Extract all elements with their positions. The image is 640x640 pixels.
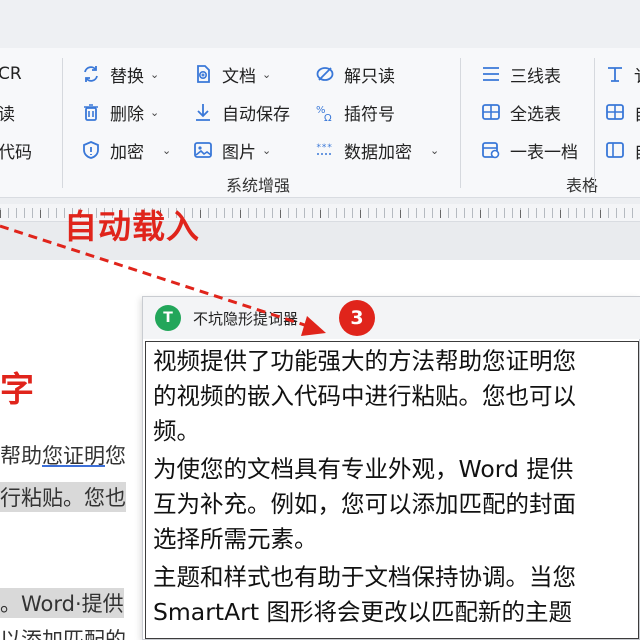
ribbon-item-read[interactable]: 读 [0, 98, 15, 126]
ribbon-separator [460, 58, 461, 188]
chevron-down-icon: ⌄ [262, 67, 272, 81]
teleprompter-line: 为使您的文档具有专业外观，Word 提供 [153, 455, 574, 483]
chevron-down-icon: ⌄ [150, 105, 160, 119]
data-encrypt-button[interactable]: *** 数据加密 ⌄ [314, 136, 439, 164]
teleprompter-text-area[interactable]: 视频提供了功能强大的方法帮助您证明您 的视频的嵌入代码中进行粘贴。您也可以 频。… [145, 341, 639, 639]
chevron-down-icon: ⌄ [150, 67, 160, 81]
teleprompter-window[interactable]: T 不坑隐形提词器 3 视频提供了功能强大的方法帮助您证明您 的视频的嵌入代码中… [142, 296, 640, 640]
teleprompter-line: 互为补充。例如，您可以添加匹配的封面 [153, 490, 576, 518]
document-text-line: 以添加匹配的 [0, 628, 126, 640]
document-text-line: 帮助您证明您 [0, 440, 126, 470]
document-button[interactable]: 文档 ⌄ [192, 60, 271, 88]
unlock-readonly-button[interactable]: 解只读 [314, 60, 395, 88]
select-all-table-button[interactable]: 全选表 [480, 98, 561, 126]
ribbon-separator [62, 58, 63, 188]
delete-label: 删除 [110, 104, 144, 125]
step-number-badge: 3 [339, 300, 375, 336]
ribbon-item-cut-2-label: 自 [634, 100, 640, 125]
shield-icon [80, 139, 102, 161]
teleprompter-line: SmartArt 图形将会更改以匹配新的主题 [153, 598, 573, 626]
chevron-down-icon: ⌄ [430, 143, 440, 157]
image-icon [192, 139, 214, 161]
table-columns-icon [604, 139, 626, 161]
top-strip [0, 0, 640, 48]
autosave-button[interactable]: 自动保存 [192, 98, 290, 126]
three-line-table-icon [480, 63, 502, 85]
data-encrypt-label: 数据加密 [344, 142, 412, 163]
ribbon-item-cut-3-label: 自 [634, 138, 640, 163]
trash-icon [80, 101, 102, 123]
ribbon: CR 读 代码 替换 ⌄ 删除 ⌄ 加密 ⌄ 文档 ⌄ 自动保存 图片 ⌄ 解只读 % Ω … [0, 48, 640, 198]
image-label: 图片 [222, 142, 256, 163]
ribbon-item-cut-3[interactable]: 自 [604, 136, 640, 164]
document-red-heading: 字 [0, 370, 34, 410]
replace-icon [80, 63, 102, 85]
encrypt-button[interactable]: 加密 ⌄ [80, 136, 171, 164]
group-label-system: 系统增强 [226, 176, 291, 195]
teleprompter-title: 不坑隐形提词器 [193, 310, 299, 328]
table-icon [604, 101, 626, 123]
table-per-file-button[interactable]: 一表一档 [480, 136, 578, 164]
symbol-icon: % Ω [314, 101, 336, 123]
teleprompter-line: 视频提供了功能强大的方法帮助您证明您 [153, 347, 576, 375]
replace-button[interactable]: 替换 ⌄ [80, 60, 159, 88]
encrypt-label: 加密 [110, 142, 144, 163]
insert-symbol-button[interactable]: % Ω 插符号 [314, 98, 395, 126]
document-text-segment: 帮助 [0, 444, 42, 468]
app-logo: T [155, 305, 181, 331]
document-text-line-highlighted: 。Word·提供 [0, 588, 124, 618]
encrypt-dots-icon: *** [314, 139, 336, 161]
document-text-segment: 您 [105, 444, 126, 468]
ribbon-item-cut-1[interactable]: 讠 [604, 60, 640, 88]
ribbon-item-code-label: 代码 [0, 142, 32, 163]
table-per-file-label: 一表一档 [510, 142, 578, 163]
delete-button[interactable]: 删除 ⌄ [80, 98, 159, 126]
ribbon-item-cut-1-label: 讠 [634, 62, 640, 87]
teleprompter-line: 的视频的嵌入代码中进行粘贴。您也可以 [153, 382, 576, 410]
ribbon-item-read-label: 读 [0, 104, 15, 125]
annotation-label: 自动载入 [64, 207, 200, 246]
autosave-label: 自动保存 [222, 104, 290, 125]
document-text-line-highlighted: 行粘贴。您也 [0, 482, 126, 512]
three-line-table-button[interactable]: 三线表 [480, 60, 561, 88]
insert-symbol-label: 插符号 [344, 104, 395, 125]
three-line-table-label: 三线表 [510, 66, 561, 87]
teleprompter-titlebar[interactable]: T 不坑隐形提词器 3 [143, 297, 640, 339]
select-all-table-label: 全选表 [510, 104, 561, 125]
ribbon-separator [594, 58, 595, 188]
unlock-readonly-label: 解只读 [344, 66, 395, 87]
table-file-icon [480, 139, 502, 161]
download-icon [192, 101, 214, 123]
svg-text:***: *** [316, 143, 332, 153]
document-text-underlined: 您证明 [42, 444, 105, 468]
replace-label: 替换 [110, 66, 144, 87]
teleprompter-line: 频。 [153, 417, 200, 445]
ribbon-item-cut-2[interactable]: 自 [604, 98, 640, 126]
chevron-down-icon: ⌄ [262, 143, 272, 157]
ribbon-item-ocr-label: CR [0, 64, 22, 84]
image-button[interactable]: 图片 ⌄ [192, 136, 271, 164]
ribbon-item-ocr[interactable]: CR [0, 60, 22, 88]
no-entry-icon [314, 63, 336, 85]
select-table-icon [480, 101, 502, 123]
document-label: 文档 [222, 66, 256, 87]
ribbon-item-code[interactable]: 代码 [0, 136, 32, 164]
svg-text:Ω: Ω [324, 113, 332, 122]
teleprompter-line: 主题和样式也有助于文档保持协调。当您 [153, 563, 576, 591]
teleprompter-line: 选择所需元素。 [153, 525, 318, 553]
document-plus-icon [192, 63, 214, 85]
chevron-down-icon: ⌄ [162, 143, 172, 157]
text-a-icon [604, 63, 626, 85]
